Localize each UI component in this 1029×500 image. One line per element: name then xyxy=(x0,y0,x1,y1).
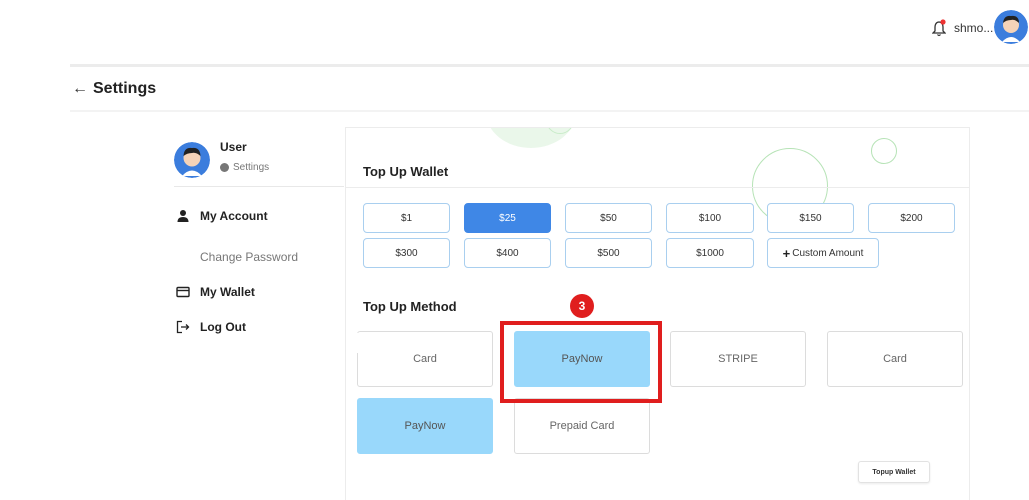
method-paynow-2[interactable]: PayNow xyxy=(357,398,493,454)
username-label[interactable]: shmo... xyxy=(954,21,993,35)
sidebar-item-label: My Wallet xyxy=(200,285,255,299)
card-overlap-mask xyxy=(356,333,466,353)
sidebar-divider xyxy=(174,186,344,187)
plus-icon: + xyxy=(782,245,791,261)
user-settings-label: Settings xyxy=(233,162,270,173)
sidebar-item-change-password[interactable]: Change Password xyxy=(200,250,298,264)
title-divider xyxy=(70,110,1029,112)
user-avatar-icon xyxy=(174,142,210,178)
sidebar-item-log-out[interactable]: Log Out xyxy=(176,320,246,334)
annotation-highlight-box xyxy=(500,321,662,403)
gear-icon xyxy=(220,163,229,172)
method-card-2[interactable]: Card xyxy=(827,331,963,387)
amount-button-400[interactable]: $400 xyxy=(464,238,551,268)
amount-button-50[interactable]: $50 xyxy=(565,203,652,233)
panel-header xyxy=(346,128,969,188)
header-divider xyxy=(70,64,1029,67)
annotation-step-badge: 3 xyxy=(570,294,594,318)
method-prepaid-card[interactable]: Prepaid Card xyxy=(514,398,650,454)
sidebar-item-label: My Account xyxy=(200,209,268,223)
amount-button-100[interactable]: $100 xyxy=(666,203,754,233)
custom-amount-label: Custom Amount xyxy=(792,247,864,259)
bell-icon[interactable] xyxy=(932,19,946,37)
amount-button-1000[interactable]: $1000 xyxy=(666,238,754,268)
avatar-icon[interactable] xyxy=(994,10,1028,44)
amount-button-300[interactable]: $300 xyxy=(363,238,450,268)
sidebar-item-my-account[interactable]: My Account xyxy=(176,209,268,223)
amount-button-500[interactable]: $500 xyxy=(565,238,652,268)
topup-wallet-button[interactable]: Topup Wallet xyxy=(858,461,930,483)
method-stripe[interactable]: STRIPE xyxy=(670,331,806,387)
sidebar-item-label: Log Out xyxy=(200,320,246,334)
user-icon xyxy=(177,210,189,222)
amount-button-200[interactable]: $200 xyxy=(868,203,955,233)
sidebar-item-label: Change Password xyxy=(200,250,299,264)
user-name: User xyxy=(220,140,247,154)
page-title: Settings xyxy=(93,80,157,97)
amount-button-1[interactable]: $1 xyxy=(363,203,450,233)
logout-icon xyxy=(176,320,190,334)
top-up-wallet-title: Top Up Wallet xyxy=(363,164,449,179)
custom-amount-button[interactable]: + Custom Amount xyxy=(767,238,879,268)
top-bar: shmo... xyxy=(0,0,1029,64)
wallet-panel: Top Up Wallet $1 $25 $50 $100 $150 $200 … xyxy=(345,127,970,500)
amount-button-25[interactable]: $25 xyxy=(464,203,551,233)
top-up-method-title: Top Up Method xyxy=(363,299,457,314)
user-settings-link[interactable]: Settings xyxy=(220,162,269,173)
sidebar-item-my-wallet[interactable]: My Wallet xyxy=(176,285,255,299)
back-arrow-icon[interactable]: ← xyxy=(72,80,88,98)
amount-button-150[interactable]: $150 xyxy=(767,203,854,233)
wallet-icon xyxy=(176,286,190,298)
